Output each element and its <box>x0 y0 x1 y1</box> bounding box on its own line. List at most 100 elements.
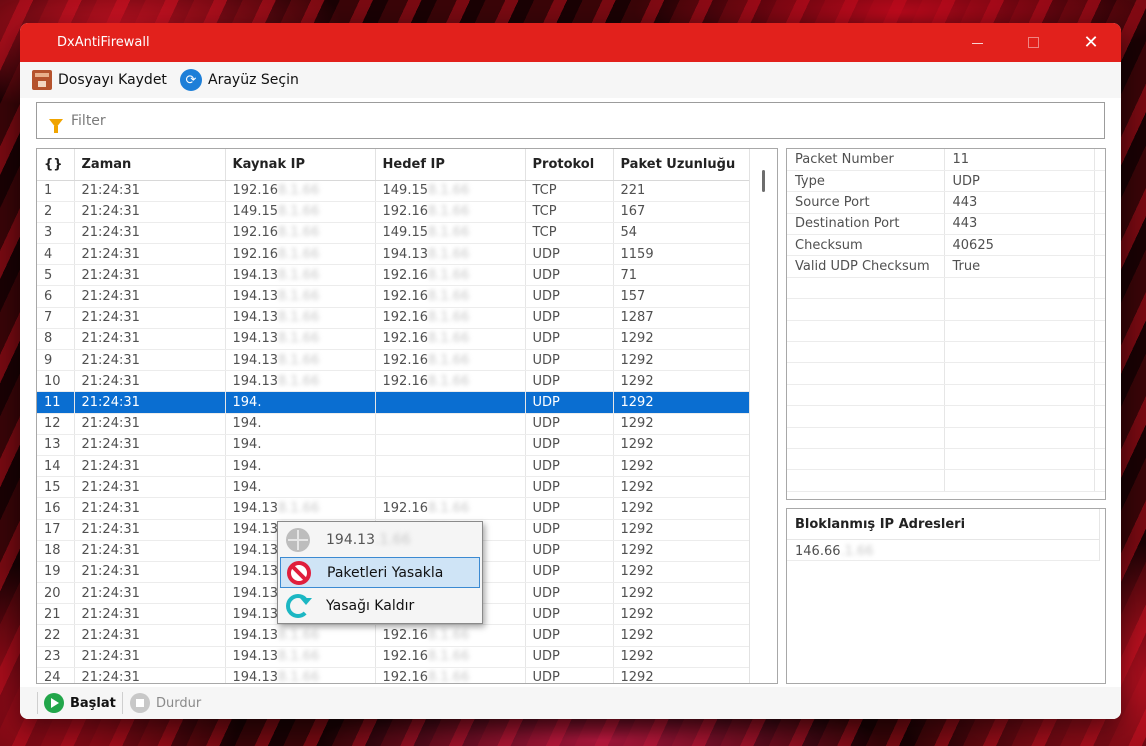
remove-ban-menu-item[interactable]: Yasağı Kaldır <box>280 590 480 621</box>
grid-scrollbar[interactable] <box>749 149 777 683</box>
select-interface-button[interactable]: ⟳ Arayüz Seçin <box>180 68 299 92</box>
property-value: UDP <box>944 170 1095 193</box>
cell-index-text: 21 <box>44 606 61 622</box>
scrollbar-thumb[interactable] <box>762 170 765 192</box>
cell-length: 1159 <box>613 243 751 266</box>
cell-source-ip: 192.168.1.66 <box>225 243 376 266</box>
cell-protocol-text: UDP <box>532 267 560 283</box>
stop-label: Durdur <box>156 695 202 711</box>
cell-source-ip-text: 194. <box>232 458 262 474</box>
table-row[interactable]: 1 21:24:31 192.168.1.66 149.158.1.66 TCP 221 <box>37 180 751 202</box>
table-row[interactable]: 23 21:24:31 194.138.1.66 192.168.1.66 UDP 129… <box>37 646 751 668</box>
table-row[interactable]: 3 21:24:31 192.168.1.66 149.158.1.66 TCP 54 <box>37 222 751 245</box>
ip-blur: 8.1.66 <box>278 267 320 283</box>
table-row[interactable]: 15 21:24:31 194. UDP 1292 <box>37 476 751 499</box>
column-header-index[interactable]: {} <box>37 149 75 181</box>
cell-length-text: 1292 <box>620 628 654 644</box>
maximize-button[interactable] <box>1010 23 1056 62</box>
cell-length: 1292 <box>613 455 751 478</box>
cell-index: 15 <box>37 476 75 499</box>
table-row[interactable]: 7 21:24:31 194.138.1.66 192.168.1.66 UDP 1287 <box>37 307 751 329</box>
property-key: Source Port <box>787 191 945 214</box>
minimize-button[interactable] <box>954 23 1000 62</box>
table-row[interactable]: 16 21:24:31 194.138.1.66 192.168.1.66 UDP 129… <box>37 497 751 520</box>
cell-time: 21:24:31 <box>74 624 226 647</box>
cell-time: 21:24:31 <box>74 328 226 351</box>
ip-blur: 8.1.66 <box>428 670 470 684</box>
cell-index: 16 <box>37 497 75 520</box>
save-file-button[interactable]: Dosyayı Kaydet <box>32 68 167 92</box>
property-key: Valid UDP Checksum <box>787 255 945 278</box>
separator <box>122 692 123 714</box>
ip-blur: 8.1.66 <box>278 628 320 644</box>
stop-button[interactable]: Durdur <box>130 692 201 714</box>
cell-source-ip: 192.168.1.66 <box>225 180 376 202</box>
start-button[interactable]: Başlat <box>44 692 116 714</box>
filter-icon <box>49 119 63 133</box>
ip-blur: 8.1.66 <box>428 331 470 347</box>
column-header-dest-ip[interactable]: Hedef IP <box>375 149 526 181</box>
cell-protocol-text: UDP <box>532 479 560 495</box>
table-row[interactable]: 4 21:24:31 192.168.1.66 194.138.1.66 UDP 1159 <box>37 243 751 266</box>
table-row[interactable]: 14 21:24:31 194. UDP 1292 <box>37 455 751 478</box>
cell-protocol: UDP <box>525 603 614 626</box>
cell-index-text: 19 <box>44 564 61 580</box>
cell-protocol: UDP <box>525 476 614 499</box>
column-header-time[interactable]: Zaman <box>74 149 226 181</box>
cell-source-ip-text: 194.13 <box>232 670 279 684</box>
table-row[interactable]: 2 21:24:31 149.158.1.66 192.168.1.66 TCP 167 <box>37 201 751 223</box>
cell-source-ip-text: 192.16 <box>232 183 279 199</box>
cell-length: 1292 <box>613 476 751 499</box>
cell-length-text: 1292 <box>620 500 654 516</box>
cell-index: 24 <box>37 667 75 683</box>
filter-input[interactable] <box>71 112 671 129</box>
cell-index-text: 17 <box>44 522 61 538</box>
cell-protocol: UDP <box>525 519 614 541</box>
cell-dest-ip-text: 192.16 <box>382 289 429 305</box>
table-row[interactable]: 12 21:24:31 194. UDP 1292 <box>37 413 751 435</box>
table-row[interactable]: 6 21:24:31 194.138.1.66 192.168.1.66 UDP 157 <box>37 285 751 308</box>
start-label: Başlat <box>70 695 116 711</box>
column-header-protocol[interactable]: Protokol <box>525 149 614 181</box>
cell-length: 1292 <box>613 497 751 520</box>
cell-protocol-text: UDP <box>532 437 560 453</box>
cell-length-text: 221 <box>620 183 646 199</box>
ip-blur: 8.1.66 <box>278 500 320 516</box>
cell-time-text: 21:24:31 <box>81 352 140 368</box>
table-row[interactable]: 11 21:24:31 194. UDP 1292 <box>37 391 751 414</box>
column-header-packet-length[interactable]: Paket Uzunluğu <box>613 149 751 181</box>
close-button[interactable]: ✕ <box>1068 23 1114 62</box>
cell-dest-ip: 192.168.1.66 <box>375 349 526 372</box>
cell-index: 23 <box>37 646 75 668</box>
cell-length-text: 157 <box>620 289 646 305</box>
property-spacer <box>1094 255 1105 278</box>
cell-index-text: 14 <box>44 458 61 474</box>
cell-time-text: 21:24:31 <box>81 416 140 432</box>
table-row[interactable]: 5 21:24:31 194.138.1.66 192.168.1.66 UDP 71 <box>37 264 751 287</box>
blocked-ip-title: Bloklanmış IP Adresleri <box>787 509 1100 540</box>
property-value <box>944 448 1095 471</box>
cell-index: 19 <box>37 561 75 584</box>
column-header-source-ip[interactable]: Kaynak IP <box>225 149 376 181</box>
cell-time: 21:24:31 <box>74 519 226 541</box>
cell-length-text: 1292 <box>620 585 654 601</box>
cell-protocol-text: UDP <box>532 564 560 580</box>
table-row[interactable]: 10 21:24:31 194.138.1.66 192.168.1.66 UDP 129… <box>37 370 751 393</box>
blocked-ip-item[interactable]: 146.66.1.66 <box>787 540 1100 561</box>
table-row[interactable]: 8 21:24:31 194.138.1.66 192.168.1.66 UDP 1292 <box>37 328 751 351</box>
cell-index: 13 <box>37 434 75 456</box>
property-key: Type <box>787 170 945 193</box>
cell-protocol: TCP <box>525 180 614 202</box>
cell-length-text: 1292 <box>620 373 654 389</box>
cell-source-ip: 194. <box>225 434 376 456</box>
table-row[interactable]: 24 21:24:31 194.138.1.66 192.168.1.66 UDP 129… <box>37 667 751 684</box>
table-row[interactable]: 13 21:24:31 194. UDP 1292 <box>37 434 751 456</box>
ip-blur: 8.1.66 <box>278 649 320 665</box>
ban-packets-menu-item[interactable]: Paketleri Yasakla <box>280 557 480 588</box>
table-row[interactable]: 22 21:24:31 194.138.1.66 192.168.1.66 UDP 129… <box>37 624 751 647</box>
ip-blur: 8.1.66 <box>278 352 320 368</box>
cell-time-text: 21:24:31 <box>81 204 140 220</box>
table-row[interactable]: 9 21:24:31 194.138.1.66 192.168.1.66 UDP 1292 <box>37 349 751 372</box>
property-spacer <box>1094 191 1105 214</box>
cell-dest-ip-text: 192.16 <box>382 628 429 644</box>
